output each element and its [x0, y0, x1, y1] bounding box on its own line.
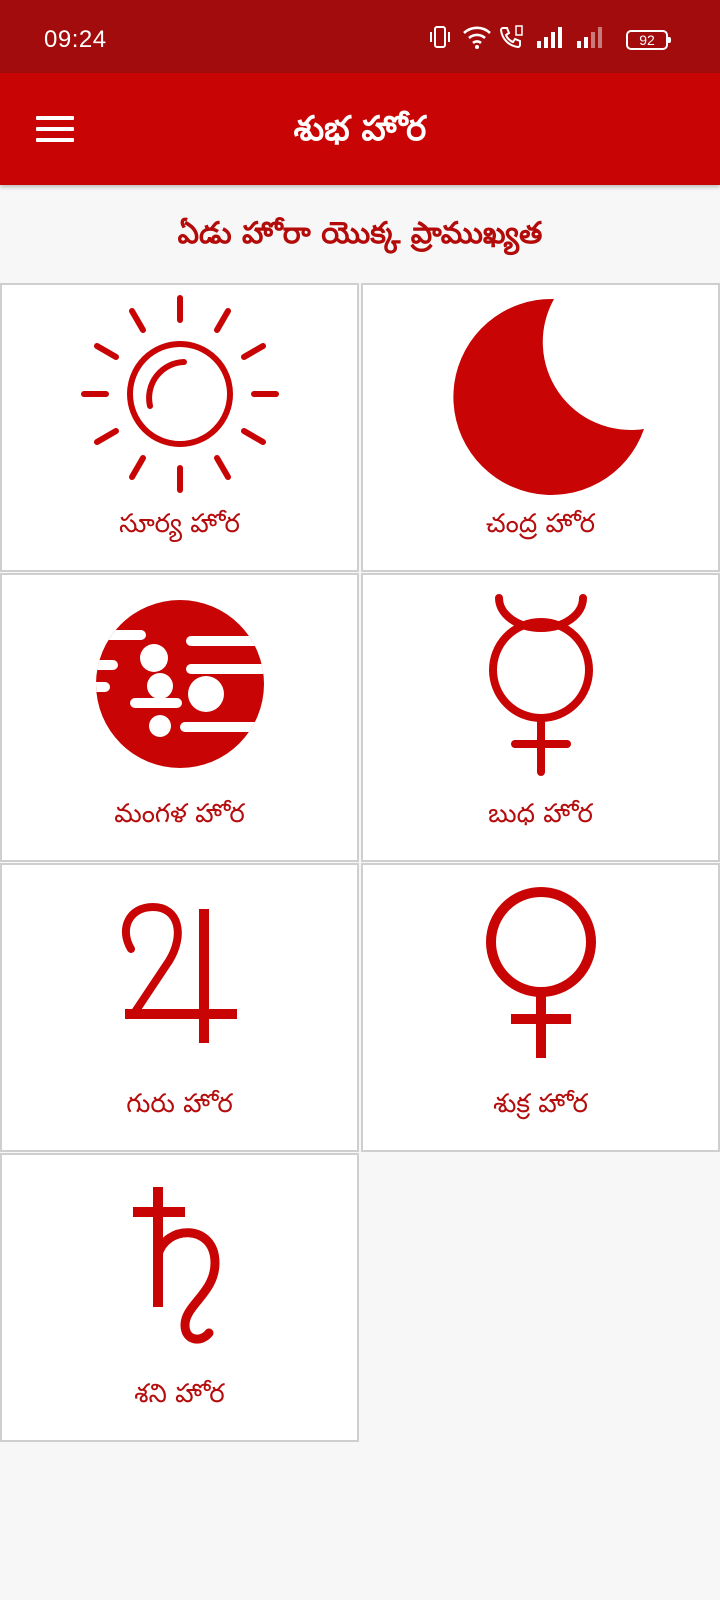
status-time: 09:24	[44, 26, 107, 53]
hora-label: చంద్ర హోర	[485, 509, 596, 539]
hora-label: శుక్ర హోర	[493, 1089, 588, 1119]
mercury-symbol-icon	[488, 594, 593, 776]
hora-card-mercury[interactable]: బుధ హోర	[361, 573, 720, 862]
hora-card-jupiter[interactable]: గురు హోర	[0, 863, 359, 1152]
hora-label: సూర్య హోర	[119, 509, 240, 539]
volte-call-icon	[499, 25, 523, 49]
hora-card-mars[interactable]: మంగళ హోర	[0, 573, 359, 862]
battery-icon: 92	[626, 30, 671, 50]
hora-card-moon[interactable]: చంద్ర హోర	[361, 283, 720, 572]
page-title: శుభ హోర	[293, 109, 427, 149]
menu-button[interactable]	[28, 103, 84, 155]
crescent-moon-icon	[452, 298, 644, 495]
saturn-symbol-icon	[132, 1187, 220, 1344]
hora-label: బుధ హోర	[488, 799, 593, 829]
sun-icon	[80, 295, 279, 493]
hora-card-saturn[interactable]: శని హోర	[0, 1153, 359, 1442]
mars-planet-icon	[95, 600, 264, 768]
signal-icon	[537, 27, 562, 48]
hora-card-sun[interactable]: సూర్య హోర	[0, 283, 359, 572]
app-bar: శుభ హోర	[0, 73, 720, 185]
wifi-icon	[463, 26, 491, 49]
section-heading: ఏడు హోరా యొక్క ప్రాముఖ్యత	[177, 216, 543, 251]
status-bar: 09:24 92	[0, 0, 720, 73]
signal-icon-sim2	[577, 27, 602, 48]
hora-card-venus[interactable]: శుక్ర హోర	[361, 863, 720, 1152]
hora-label: గురు హోర	[126, 1089, 233, 1119]
vibrate-icon	[430, 26, 450, 48]
hamburger-menu-icon	[36, 116, 74, 142]
jupiter-symbol-icon	[121, 902, 237, 1043]
venus-symbol-icon	[485, 887, 596, 1058]
hora-label: శని హోర	[134, 1379, 225, 1409]
hora-label: మంగళ హోర	[114, 799, 245, 829]
